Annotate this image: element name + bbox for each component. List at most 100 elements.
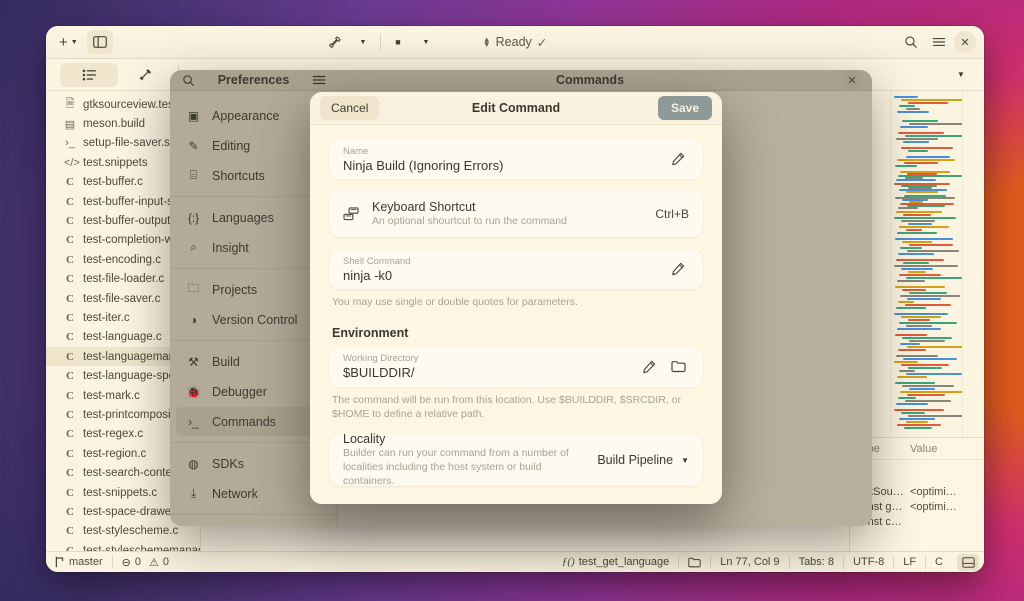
minimap-line	[908, 367, 942, 369]
sidebar-item-label: Network	[212, 486, 258, 501]
minimap-line	[895, 382, 935, 384]
sidebar-item-commands[interactable]: ›_ Commands	[176, 407, 331, 436]
minimap-line	[894, 283, 959, 285]
window-close-button[interactable]: ✕	[954, 31, 976, 53]
folder-icon[interactable]	[671, 360, 689, 373]
c-file-icon: C	[66, 292, 74, 305]
minimap-line	[897, 328, 941, 330]
minimap-line	[908, 415, 962, 417]
line-ending-indicator[interactable]: LF	[894, 552, 925, 572]
spinner-arrows-icon: ▲ ▼	[482, 35, 491, 49]
run-options-button[interactable]: ▼	[350, 30, 376, 54]
window-headerbar: + ▼ ▲ ▼ Ready ✓ ▼ ■ ▼ ✕	[46, 26, 984, 59]
sidebar-item-insight[interactable]: ⌕ Insight	[176, 233, 331, 262]
file-tree-item-label: test-regex.c	[83, 428, 144, 441]
minimap-line	[898, 253, 934, 255]
minimap-line	[905, 400, 951, 402]
terminal-icon: ›_	[188, 414, 199, 429]
sidebar-item-editing[interactable]: ✎ Editing	[176, 131, 331, 160]
minimap-line	[899, 226, 949, 228]
sidebar-item-debugger[interactable]: 🐞 Debugger	[176, 377, 331, 406]
toolbar-divider	[380, 34, 381, 50]
diagnostics-indicator[interactable]: ⊖ 0 ⚠ 0	[113, 552, 178, 572]
sidebar-item-label: Editing	[212, 138, 251, 153]
keyboard-shortcut-row[interactable]: Keyboard Shortcut An optional shourtcut …	[330, 191, 702, 237]
c-file-icon: C	[66, 176, 74, 189]
language-label: C	[935, 556, 943, 568]
sidebar-item-label: Insight	[212, 240, 249, 255]
search-icon	[905, 36, 917, 48]
minimap-line	[901, 316, 941, 318]
sidebar-item-network[interactable]: ⤓ Network	[176, 479, 331, 508]
shell-command-row[interactable]: Shell Command ninja -k0	[330, 249, 702, 289]
minimap-line	[894, 409, 944, 411]
preferences-menu-button[interactable]	[312, 74, 326, 86]
c-file-icon: C	[66, 311, 74, 324]
preferences-page-title: Commands	[555, 73, 625, 87]
name-field-value[interactable]: Ninja Build (Ignoring Errors)	[343, 158, 660, 173]
run-build-button[interactable]	[322, 30, 348, 54]
build-status[interactable]: ▲ ▼ Ready ✓	[483, 35, 548, 50]
minimap-line	[909, 292, 947, 294]
c-file-icon: C	[66, 447, 74, 460]
sidebar-item-plugins[interactable]: ✸Plugins	[176, 521, 331, 526]
c-file-icon: C	[66, 408, 74, 421]
pencil-icon[interactable]	[671, 152, 689, 166]
preferences-close-button[interactable]: ✕	[842, 70, 862, 90]
new-button[interactable]: + ▼	[54, 30, 83, 54]
editor-menu-button[interactable]: ▼	[948, 63, 974, 87]
minimap-line	[901, 147, 953, 149]
locality-row[interactable]: Locality Builder can run your command fr…	[330, 431, 702, 488]
preferences-search-button[interactable]	[182, 74, 195, 87]
minimap-line	[907, 394, 945, 396]
name-row[interactable]: Name Ninja Build (Ignoring Errors)	[330, 139, 702, 179]
minimap-line	[894, 129, 959, 131]
sidebar-item-projects[interactable]: 🗀 Projects	[176, 275, 331, 304]
branch-indicator[interactable]: master	[46, 552, 112, 572]
toggle-sidebar-button[interactable]	[86, 30, 113, 54]
stop-options-button[interactable]: ▼	[413, 30, 439, 54]
locality-dropdown[interactable]: Build Pipeline ▼	[597, 453, 689, 467]
minimap-line	[900, 126, 928, 128]
search-button[interactable]	[898, 30, 924, 54]
pencil-icon[interactable]	[671, 262, 689, 276]
project-tree-toggle[interactable]	[60, 62, 118, 87]
working-directory-value[interactable]: $BUILDDIR/	[343, 365, 631, 380]
sidebar-item-languages[interactable]: {:} Languages	[176, 203, 331, 232]
sidebar-item-appearance[interactable]: ▣ Appearance	[176, 101, 331, 130]
minimap-line	[908, 102, 948, 104]
encoding-indicator[interactable]: UTF-8	[844, 552, 893, 572]
sidebar-item-shortcuts[interactable]: ⌸ Shortcuts	[176, 161, 331, 190]
variable-value: <optimi…	[910, 500, 957, 513]
toggle-terminal-panel-button[interactable]	[957, 553, 979, 571]
minimap-line	[894, 430, 959, 432]
debugger-icon: 🐞	[186, 384, 201, 399]
shell-command-value[interactable]: ninja -k0	[343, 268, 660, 283]
pencil-icon[interactable]	[642, 360, 660, 374]
file-tree-item-label: test-file-saver.c	[83, 292, 161, 305]
current-function-indicator[interactable]: ƒ() test_get_language	[553, 552, 678, 572]
build-panel-toggle[interactable]	[122, 63, 168, 87]
tab-width-indicator[interactable]: Tabs: 8	[790, 552, 843, 572]
language-indicator[interactable]: C	[926, 552, 952, 572]
warning-icon: ⚠	[148, 556, 159, 569]
working-directory-row[interactable]: Working Directory $BUILDDIR/	[330, 346, 702, 387]
minimap-line	[898, 132, 944, 134]
save-button[interactable]: Save	[657, 96, 712, 120]
current-function-label: test_get_language	[578, 556, 670, 568]
sidebar-item-sdks[interactable]: ◍ SDKs	[176, 449, 331, 478]
stop-button[interactable]: ■	[385, 30, 411, 54]
cancel-button[interactable]: Cancel	[320, 96, 380, 120]
locality-title: Locality	[343, 431, 386, 446]
file-tree-item-label: test.snippets	[83, 156, 148, 169]
chevron-down-icon: ▼	[70, 38, 78, 46]
sidebar-item-version-control[interactable]: ◑ Version Control	[176, 305, 331, 334]
minimap-line	[906, 325, 932, 327]
minimap-line	[907, 250, 959, 252]
open-folder-button[interactable]	[679, 552, 710, 572]
sidebar-item-label: Languages	[212, 210, 274, 225]
main-menu-button[interactable]	[926, 30, 952, 54]
cursor-position[interactable]: Ln 77, Col 9	[711, 552, 788, 572]
sidebar-item-build[interactable]: ⚒ Build	[176, 347, 331, 376]
locality-subtitle: Builder can run your command from a numb…	[343, 446, 569, 488]
